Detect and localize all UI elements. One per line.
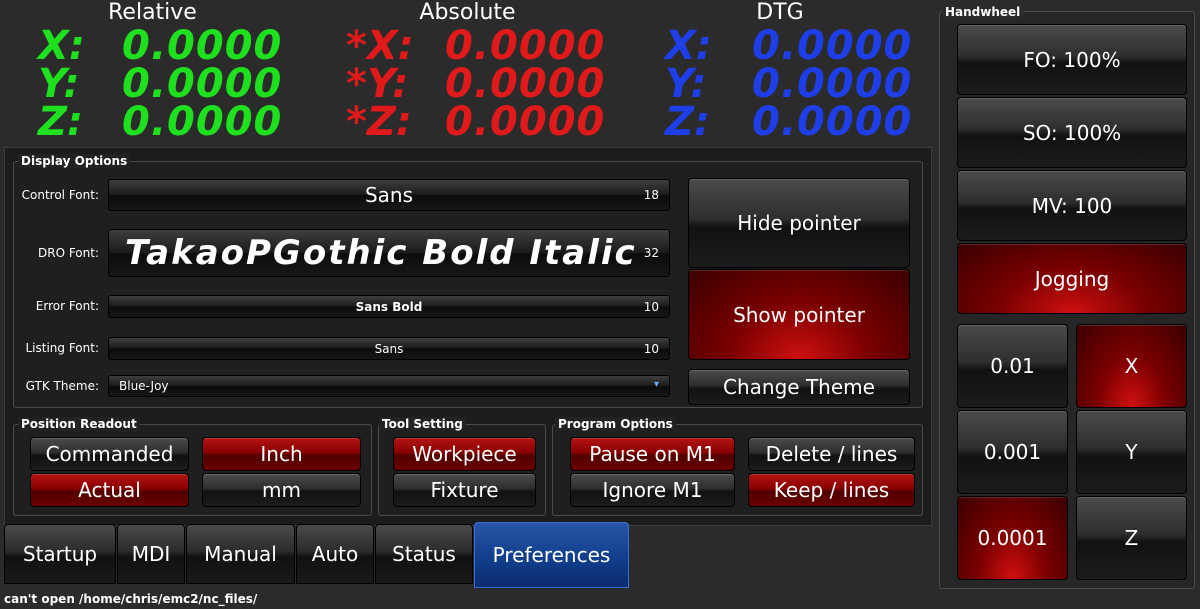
gtk-theme-label: GTK Theme: <box>25 379 99 393</box>
error-font-size: 10 <box>643 299 659 314</box>
dro-absolute-y-label: *Y: <box>346 61 409 107</box>
dro-relative-x: 0.0000 <box>122 23 283 69</box>
fixture-button[interactable]: Fixture <box>393 473 536 507</box>
dro-font-label: DRO Font: <box>37 246 99 260</box>
status-bar: can't open /home/chris/emc2/nc_files/ <box>0 589 930 609</box>
dro-font-button[interactable]: TakaoPGothic Bold Italic 32 <box>108 229 670 277</box>
tab-auto[interactable]: Auto <box>296 524 374 584</box>
dro-dtg-y: 0.0000 <box>752 61 913 107</box>
control-font-button[interactable]: Sans 18 <box>108 179 670 211</box>
mm-button[interactable]: mm <box>202 473 361 507</box>
listing-font-label: Listing Font: <box>25 341 99 355</box>
dro-dtg-x: 0.0000 <box>752 23 913 69</box>
tab-startup[interactable]: Startup <box>4 524 116 584</box>
gtk-theme-select[interactable]: Blue-Joy ▾ <box>108 375 670 397</box>
axis-z-button[interactable]: Z <box>1076 496 1187 580</box>
dro-font-size: 32 <box>643 246 659 260</box>
dro-relative-y: 0.0000 <box>122 61 283 107</box>
dro-absolute-z: 0.0000 <box>445 99 606 145</box>
program-options-title: Program Options <box>555 417 676 431</box>
listing-font-value: Sans <box>374 341 404 356</box>
dro-relative-title: Relative <box>108 0 197 25</box>
tab-preferences[interactable]: Preferences <box>474 522 629 588</box>
error-font-button[interactable]: Sans Bold 10 <box>108 295 670 318</box>
tab-status[interactable]: Status <box>375 524 473 584</box>
increment-00001-button[interactable]: 0.0001 <box>957 496 1068 580</box>
display-options-title: Display Options <box>18 154 131 168</box>
pause-m1-button[interactable]: Pause on M1 <box>570 437 735 471</box>
actual-button[interactable]: Actual <box>30 473 189 507</box>
dro-relative-z-label: Z: <box>38 99 83 145</box>
dro-absolute-z-label: *Z: <box>346 99 412 145</box>
dro-dtg-y-label: Y: <box>665 61 707 107</box>
listing-font-size: 10 <box>643 341 659 356</box>
keep-lines-button[interactable]: Keep / lines <box>748 473 915 507</box>
ignore-m1-button[interactable]: Ignore M1 <box>570 473 735 507</box>
control-font-value: Sans <box>364 183 414 207</box>
position-readout-title: Position Readout <box>18 417 140 431</box>
control-font-label: Control Font: <box>21 188 99 202</box>
delete-lines-button[interactable]: Delete / lines <box>748 437 915 471</box>
tab-mdi[interactable]: MDI <box>117 524 185 584</box>
increment-001-button[interactable]: 0.01 <box>957 324 1068 408</box>
dro-absolute-title: Absolute <box>419 0 516 25</box>
dro-font-value: TakaoPGothic Bold Italic <box>125 233 637 273</box>
change-theme-button[interactable]: Change Theme <box>688 369 910 405</box>
jogging-button[interactable]: Jogging <box>957 243 1187 314</box>
chevron-down-icon: ▾ <box>653 379 659 390</box>
feed-override-button[interactable]: FO: 100% <box>957 24 1187 95</box>
hide-pointer-button[interactable]: Hide pointer <box>688 178 910 268</box>
dro-absolute-y: 0.0000 <box>445 61 606 107</box>
dro-dtg-z-label: Z: <box>665 99 710 145</box>
commanded-button[interactable]: Commanded <box>30 437 189 471</box>
show-pointer-button[interactable]: Show pointer <box>688 269 910 360</box>
dro-relative-z: 0.0000 <box>122 99 283 145</box>
dro-absolute-x-label: *X: <box>346 23 414 69</box>
error-font-label: Error Font: <box>35 299 99 313</box>
control-font-size: 18 <box>643 188 659 202</box>
dro-dtg-x-label: X: <box>665 23 712 69</box>
status-message: can't open /home/chris/emc2/nc_files/ <box>4 592 258 606</box>
dro-dtg-title: DTG <box>756 0 804 25</box>
error-font-value: Sans Bold <box>355 299 423 314</box>
dro-dtg-z: 0.0000 <box>752 99 913 145</box>
axis-y-button[interactable]: Y <box>1076 410 1187 494</box>
listing-font-button[interactable]: Sans 10 <box>108 337 670 360</box>
tool-setting-title: Tool Setting <box>379 417 466 431</box>
dro-relative-x-label: X: <box>38 23 85 69</box>
gtk-theme-value: Blue-Joy <box>119 379 169 393</box>
dro-relative-y-label: Y: <box>38 61 80 107</box>
dro-absolute-x: 0.0000 <box>445 23 606 69</box>
tab-manual[interactable]: Manual <box>186 524 295 584</box>
workpiece-button[interactable]: Workpiece <box>393 437 536 471</box>
spindle-override-button[interactable]: SO: 100% <box>957 97 1187 168</box>
handwheel-title: Handwheel <box>942 5 1024 19</box>
max-velocity-button[interactable]: MV: 100 <box>957 170 1187 241</box>
axis-x-button[interactable]: X <box>1076 324 1187 408</box>
inch-button[interactable]: Inch <box>202 437 361 471</box>
increment-0001-button[interactable]: 0.001 <box>957 410 1068 494</box>
